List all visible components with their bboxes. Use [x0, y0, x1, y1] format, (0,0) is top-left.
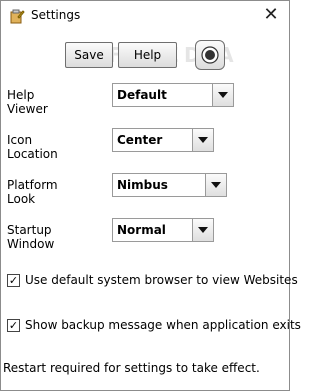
- chevron-down-icon[interactable]: [192, 129, 213, 151]
- use-default-browser-checkbox[interactable]: ✓: [7, 274, 20, 287]
- platform-look-label: Platform Look: [7, 178, 58, 206]
- chevron-down-icon[interactable]: [212, 84, 233, 106]
- show-backup-message-checkbox[interactable]: ✓: [7, 319, 20, 332]
- restart-note: Restart required for settings to take ef…: [3, 361, 260, 375]
- chevron-down-icon[interactable]: [192, 219, 213, 241]
- startup-window-select[interactable]: Normal: [112, 218, 214, 242]
- title-bar: Settings ✕: [1, 1, 289, 31]
- icon-location-label: Icon Location: [7, 133, 58, 161]
- save-button[interactable]: Save: [65, 42, 113, 68]
- icon-location-value: Center: [117, 133, 163, 147]
- window-title: Settings: [31, 8, 81, 22]
- startup-window-label: Startup Window: [7, 223, 55, 251]
- platform-look-value: Nimbus: [117, 178, 168, 192]
- app-icon: [9, 8, 25, 24]
- settings-window: Settings ✕ SOFTPEDIA Save Help Help View…: [0, 0, 301, 391]
- use-default-browser-label: Use default system browser to view Websi…: [25, 273, 298, 287]
- record-icon: [201, 46, 219, 64]
- startup-window-value: Normal: [117, 223, 166, 237]
- icon-location-select[interactable]: Center: [112, 128, 214, 152]
- platform-look-select[interactable]: Nimbus: [112, 173, 227, 197]
- help-viewer-select[interactable]: Default: [112, 83, 234, 107]
- help-viewer-value: Default: [117, 88, 167, 102]
- theme-toggle-button[interactable]: [195, 40, 225, 70]
- toolbar: SOFTPEDIA Save Help: [1, 37, 289, 73]
- chevron-down-icon[interactable]: [205, 174, 226, 196]
- help-button[interactable]: Help: [118, 42, 177, 68]
- show-backup-message-label: Show backup message when application exi…: [25, 318, 301, 332]
- help-viewer-label: Help Viewer: [7, 88, 48, 116]
- close-icon[interactable]: ✕: [261, 4, 281, 26]
